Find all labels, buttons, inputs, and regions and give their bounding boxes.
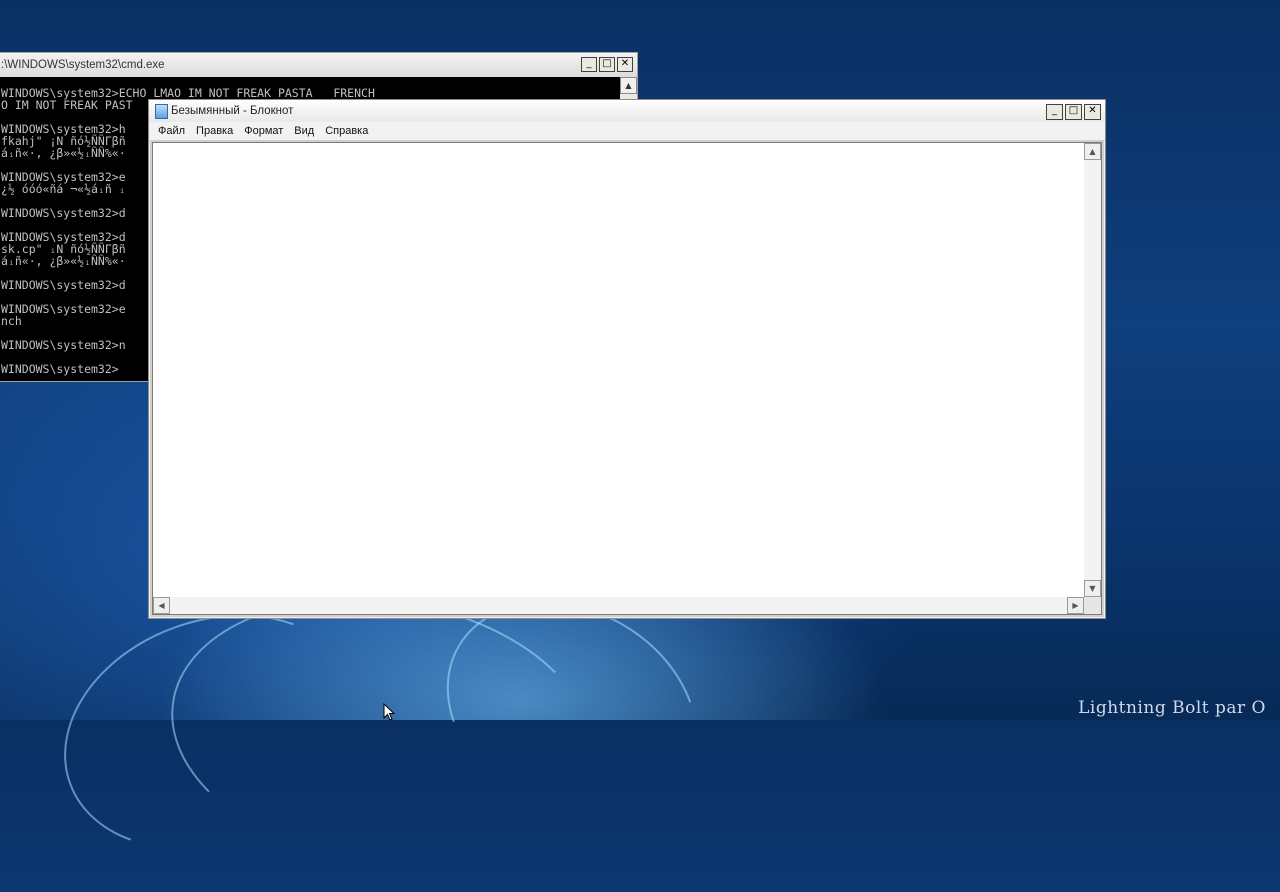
notepad-window-controls: _ □ ✕ [1046,104,1101,120]
menu-file[interactable]: Файл [153,122,191,140]
scroll-up-icon[interactable]: ▲ [1084,143,1101,160]
notepad-text-input[interactable] [153,143,1084,597]
notepad-app-icon [155,104,168,119]
menu-view[interactable]: Вид [289,122,320,140]
notepad-window[interactable]: Безымянный - Блокнот _ □ ✕ Файл Правка Ф… [148,99,1106,619]
scroll-down-icon[interactable]: ▼ [1084,580,1101,597]
menu-edit[interactable]: Правка [191,122,239,140]
notepad-maximize-button[interactable]: □ [1065,104,1082,120]
cmd-titlebar[interactable]: :\WINDOWS\system32\cmd.exe _ □ ✕ [0,53,637,77]
cmd-window-title: :\WINDOWS\system32\cmd.exe [1,59,165,71]
cmd-scroll-up-icon[interactable]: ▲ [620,77,637,94]
notepad-minimize-button[interactable]: _ [1046,104,1063,120]
mouse-cursor-icon [383,703,395,721]
notepad-edit-area: ▲ ▼ ◀ ▶ [152,142,1102,615]
notepad-menubar: Файл Правка Формат Вид Справка [149,122,1105,141]
notepad-close-button[interactable]: ✕ [1084,104,1101,120]
cmd-close-button[interactable]: ✕ [617,57,633,72]
cmd-window-controls: _ □ ✕ [581,57,633,72]
cmd-maximize-button[interactable]: □ [599,57,615,72]
wallpaper-signature: Lightning Bolt par O [1078,698,1266,718]
cmd-minimize-button[interactable]: _ [581,57,597,72]
notepad-vertical-scrollbar[interactable]: ▲ ▼ [1084,143,1101,597]
scroll-left-icon[interactable]: ◀ [153,597,170,614]
menu-help[interactable]: Справка [320,122,374,140]
menu-format[interactable]: Формат [239,122,289,140]
resize-grip-icon[interactable] [1084,597,1101,614]
scroll-right-icon[interactable]: ▶ [1067,597,1084,614]
notepad-horizontal-scrollbar[interactable]: ◀ ▶ [153,597,1084,614]
notepad-window-title: Безымянный - Блокнот [171,105,294,117]
notepad-titlebar[interactable]: Безымянный - Блокнот _ □ ✕ [149,100,1105,122]
